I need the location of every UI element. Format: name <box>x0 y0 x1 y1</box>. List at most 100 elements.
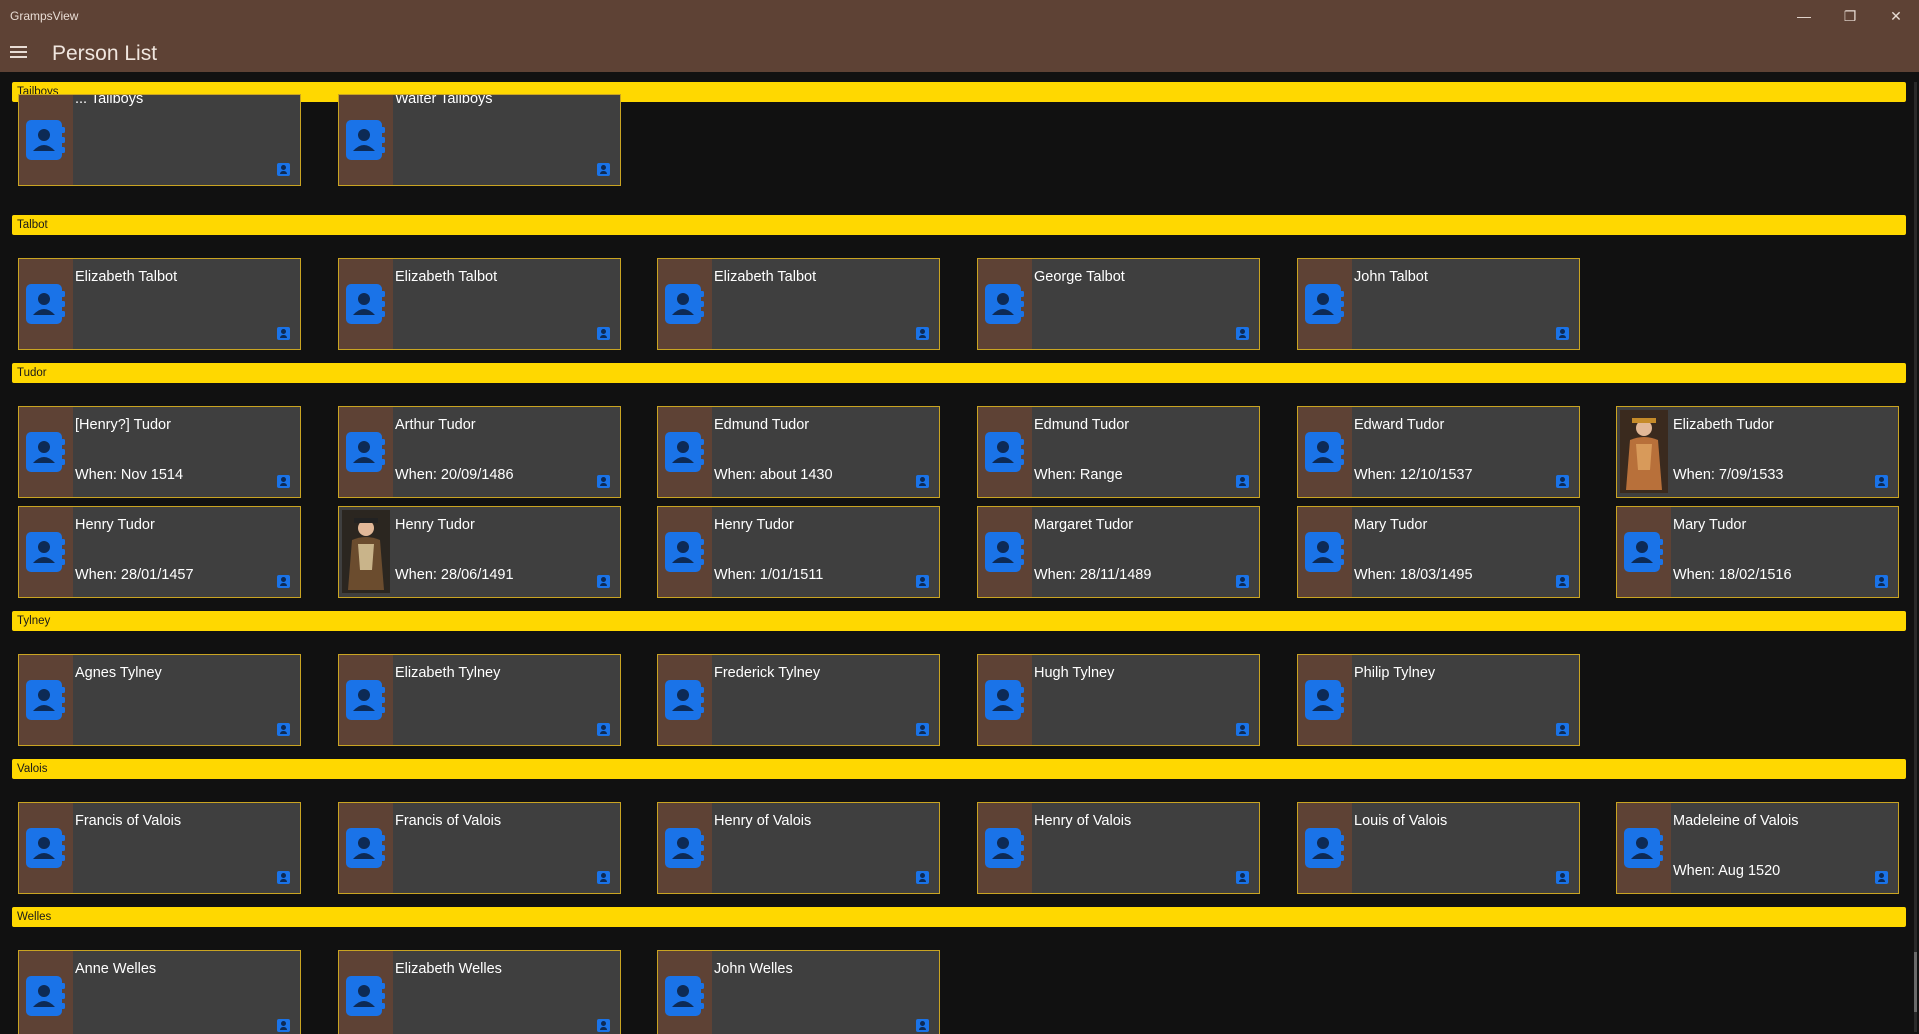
person-badge-icon <box>1875 871 1888 884</box>
person-card[interactable]: Elizabeth Welles <box>338 950 621 1034</box>
person-card[interactable]: Agnes Tylney <box>18 654 301 746</box>
contact-book-icon <box>663 677 707 723</box>
hamburger-menu-icon[interactable] <box>10 46 27 58</box>
person-card[interactable]: Henry of Valois <box>977 802 1260 894</box>
contact-book-icon <box>1622 529 1666 575</box>
person-name: Frederick Tylney <box>714 665 821 681</box>
contact-book-icon <box>983 529 1027 575</box>
person-card[interactable]: Elizabeth Tylney <box>338 654 621 746</box>
person-card[interactable]: John Welles <box>657 950 940 1034</box>
person-card[interactable]: Arthur Tudor When: 20/09/1486 <box>338 406 621 498</box>
contact-book-icon <box>1303 429 1347 475</box>
person-card[interactable]: Madeleine of Valois When: Aug 1520 <box>1616 802 1899 894</box>
person-name: Edward Tudor <box>1354 417 1445 433</box>
contact-book-icon <box>1303 825 1347 871</box>
person-name: Hugh Tylney <box>1034 665 1115 681</box>
minimize-button[interactable]: — <box>1784 4 1824 28</box>
person-card[interactable]: Henry Tudor When: 1/01/1511 <box>657 506 940 598</box>
person-badge-icon <box>277 327 290 340</box>
group-header-welles[interactable]: Welles <box>12 907 1906 927</box>
person-name: Mary Tudor <box>1673 517 1747 533</box>
person-when: When: 7/09/1533 <box>1673 467 1784 483</box>
contact-book-icon <box>663 825 707 871</box>
person-name: Edmund Tudor <box>714 417 810 433</box>
person-card[interactable]: Elizabeth Tudor When: 7/09/1533 <box>1616 406 1899 498</box>
person-card[interactable]: Francis of Valois <box>338 802 621 894</box>
person-card[interactable]: Philip Tylney <box>1297 654 1580 746</box>
person-badge-icon <box>1875 575 1888 588</box>
person-name: Philip Tylney <box>1354 665 1436 681</box>
group-header-talbot[interactable]: Talbot <box>12 215 1906 235</box>
person-badge-icon <box>597 871 610 884</box>
person-card[interactable]: Henry Tudor When: 28/06/1491 <box>338 506 621 598</box>
portrait-image <box>1620 410 1668 493</box>
person-name: Elizabeth Welles <box>395 961 502 977</box>
contact-book-icon <box>983 677 1027 723</box>
person-card[interactable]: Elizabeth Talbot <box>338 258 621 350</box>
person-card[interactable]: Walter Tailboys <box>338 94 621 186</box>
person-card[interactable]: John Talbot <box>1297 258 1580 350</box>
person-name: Agnes Tylney <box>75 665 162 681</box>
restore-button[interactable]: ❐ <box>1830 4 1870 28</box>
group-header-valois[interactable]: Valois <box>12 759 1906 779</box>
person-card[interactable]: Edmund Tudor When: Range <box>977 406 1260 498</box>
person-name: Francis of Valois <box>395 813 502 829</box>
person-card[interactable]: Louis of Valois <box>1297 802 1580 894</box>
contact-book-icon <box>983 429 1027 475</box>
contact-book-icon <box>663 429 707 475</box>
person-when: When: 18/03/1495 <box>1354 567 1473 583</box>
person-card[interactable]: ... Tailboys <box>18 94 301 186</box>
vertical-scrollbar-track[interactable] <box>1914 82 1917 1032</box>
person-when: When: about 1430 <box>714 467 833 483</box>
person-name: Edmund Tudor <box>1034 417 1130 433</box>
person-card[interactable]: Elizabeth Talbot <box>18 258 301 350</box>
person-badge-icon <box>916 723 929 736</box>
person-when: When: 18/02/1516 <box>1673 567 1792 583</box>
contact-book-icon <box>344 429 388 475</box>
person-name: ... Tailboys <box>75 94 144 107</box>
person-card[interactable]: Frederick Tylney <box>657 654 940 746</box>
vertical-scrollbar-thumb[interactable] <box>1914 952 1917 1012</box>
person-name: John Welles <box>714 961 793 977</box>
person-card[interactable]: Edmund Tudor When: about 1430 <box>657 406 940 498</box>
person-when: When: 28/01/1457 <box>75 567 194 583</box>
person-name: Walter Tailboys <box>395 94 493 107</box>
person-card[interactable]: Henry of Valois <box>657 802 940 894</box>
person-name: Mary Tudor <box>1354 517 1428 533</box>
person-when: When: 12/10/1537 <box>1354 467 1473 483</box>
person-card[interactable]: Edward Tudor When: 12/10/1537 <box>1297 406 1580 498</box>
group-header-tudor[interactable]: Tudor <box>12 363 1906 383</box>
person-badge-icon <box>597 575 610 588</box>
person-name: Elizabeth Tudor <box>1673 417 1774 433</box>
person-card[interactable]: Hugh Tylney <box>977 654 1260 746</box>
person-badge-icon <box>1875 475 1888 488</box>
person-card[interactable]: Francis of Valois <box>18 802 301 894</box>
person-card[interactable]: Elizabeth Talbot <box>657 258 940 350</box>
person-card[interactable]: George Talbot <box>977 258 1260 350</box>
person-card[interactable]: Henry Tudor When: 28/01/1457 <box>18 506 301 598</box>
person-badge-icon <box>1556 327 1569 340</box>
person-name: Elizabeth Tylney <box>395 665 501 681</box>
person-badge-icon <box>597 723 610 736</box>
contact-book-icon <box>663 281 707 327</box>
person-badge-icon <box>597 475 610 488</box>
person-badge-icon <box>1556 871 1569 884</box>
person-name: Arthur Tudor <box>395 417 476 433</box>
person-card[interactable]: Mary Tudor When: 18/03/1495 <box>1297 506 1580 598</box>
person-card[interactable]: Mary Tudor When: 18/02/1516 <box>1616 506 1899 598</box>
person-name: Henry of Valois <box>1034 813 1132 829</box>
person-card[interactable]: Anne Welles <box>18 950 301 1034</box>
close-button[interactable]: ✕ <box>1876 4 1916 28</box>
page-title: Person List <box>52 42 158 65</box>
group-header-tylney[interactable]: Tylney <box>12 611 1906 631</box>
contact-book-icon <box>983 281 1027 327</box>
person-when: When: 28/06/1491 <box>395 567 514 583</box>
person-card[interactable]: [Henry?] Tudor When: Nov 1514 <box>18 406 301 498</box>
person-card[interactable]: Margaret Tudor When: 28/11/1489 <box>977 506 1260 598</box>
title-bar: GrampsView — ❐ ✕ Person List <box>0 0 1919 72</box>
person-badge-icon <box>916 1019 929 1032</box>
person-when: When: Range <box>1034 467 1123 483</box>
portrait-image <box>342 510 390 593</box>
contact-book-icon <box>344 281 388 327</box>
contact-book-icon <box>344 117 388 163</box>
